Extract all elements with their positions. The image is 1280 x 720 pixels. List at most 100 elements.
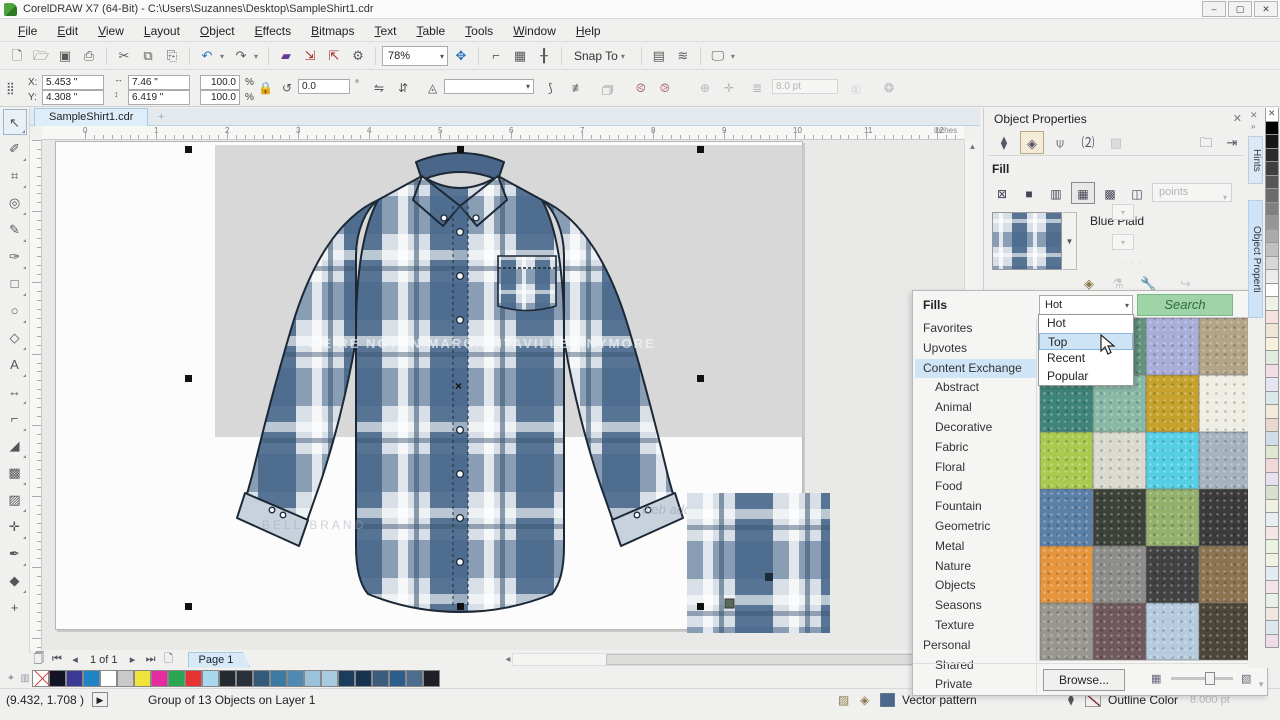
pick-tool-icon[interactable]: ↖ <box>3 109 27 135</box>
no-color-swatch[interactable] <box>32 670 49 687</box>
maximize-button[interactable]: ▢ <box>1228 1 1252 17</box>
color-swatch[interactable] <box>355 670 372 687</box>
well-color-swatch[interactable] <box>1265 189 1279 203</box>
well-color-swatch[interactable] <box>1265 459 1279 473</box>
redo-dropdown-icon[interactable]: ▾ <box>254 52 262 61</box>
save-icon[interactable]: ▣ <box>54 45 76 67</box>
menu-help[interactable]: Help <box>566 21 611 41</box>
print-icon[interactable]: ⎙ <box>78 45 100 67</box>
mirror-horizontal-icon[interactable]: ⇋ <box>374 81 384 95</box>
strip-close-icon[interactable]: ✕ <box>1250 110 1258 121</box>
slider-thumb[interactable] <box>1205 672 1215 685</box>
well-color-swatch[interactable] <box>1265 365 1279 379</box>
outline-width-combo[interactable]: ▾ <box>444 79 534 94</box>
menu-effects[interactable]: Effects <box>245 21 301 41</box>
new-document-icon[interactable]: 🗋 <box>6 45 28 67</box>
coords-flyout-button[interactable]: ▶ <box>92 692 108 707</box>
interactive-fill-tool-icon[interactable]: ◢ <box>3 433 27 459</box>
swatch-bluegray-knit[interactable] <box>1199 432 1252 489</box>
close-button[interactable]: ✕ <box>1254 1 1278 17</box>
color-swatch[interactable] <box>338 670 355 687</box>
y-position-field[interactable]: 4.308 " <box>42 90 104 105</box>
zoom-tool-icon[interactable]: ◎ <box>3 190 27 216</box>
palette-eyedropper-icon[interactable]: ✦ <box>4 673 18 684</box>
strip-collapse-icon[interactable]: » <box>1251 122 1255 131</box>
swatch-green-stripe[interactable] <box>1146 489 1199 546</box>
connector-tool-icon[interactable]: ⌐ <box>3 406 27 432</box>
height-field[interactable]: 6.419 " <box>128 90 190 105</box>
swatch-lime-dots[interactable] <box>1040 432 1093 489</box>
rotation-angle-field[interactable]: 0.0 <box>298 79 350 94</box>
show-grid-icon[interactable]: ╂ <box>533 45 555 67</box>
add-tool-icon[interactable]: + <box>3 595 27 621</box>
cut-icon[interactable]: ✂ <box>113 45 135 67</box>
well-color-swatch[interactable] <box>1265 284 1279 298</box>
insert-page-icon[interactable]: 🗋 <box>160 650 178 669</box>
snap-to-dropdown[interactable]: Snap To▾ <box>568 49 635 63</box>
menu-layout[interactable]: Layout <box>134 21 190 41</box>
color-swatch[interactable] <box>66 670 83 687</box>
well-color-swatch[interactable] <box>1265 405 1279 419</box>
selection-handle[interactable] <box>185 146 192 153</box>
fill-color-chip[interactable] <box>880 693 895 707</box>
hscroll-left-icon[interactable]: ◂ <box>505 654 510 665</box>
bitmap-pattern-fill-icon[interactable]: ▩ <box>1098 182 1122 204</box>
browse-button[interactable]: Browse... <box>1043 669 1125 691</box>
color-swatch[interactable] <box>134 670 151 687</box>
undo-dropdown-icon[interactable]: ▾ <box>220 52 228 61</box>
swatch-orange-knit[interactable] <box>1040 546 1093 603</box>
category-nature[interactable]: Nature <box>915 557 1036 577</box>
color-swatch[interactable] <box>304 670 321 687</box>
filter-option-popular[interactable]: Popular <box>1039 368 1133 386</box>
filter-option-hot[interactable]: Hot <box>1039 315 1133 333</box>
search-content-icon[interactable]: ▰ <box>275 45 297 67</box>
swatch-gray-tweed[interactable] <box>1040 603 1093 660</box>
search-button[interactable]: Search <box>1137 294 1233 316</box>
swatch-charcoal-knit[interactable] <box>1199 489 1252 546</box>
well-color-swatch[interactable] <box>1265 338 1279 352</box>
ellipse-tool-icon[interactable]: ○ <box>3 298 27 324</box>
to-front-icon[interactable]: ⧀ <box>636 81 646 96</box>
text-tool-icon[interactable]: A <box>3 352 27 378</box>
well-color-swatch[interactable] <box>1265 567 1279 581</box>
eyedropper-tool-icon[interactable]: ✛ <box>3 514 27 540</box>
selection-handle[interactable] <box>697 146 704 153</box>
well-color-swatch[interactable] <box>1265 203 1279 217</box>
well-color-swatch[interactable] <box>1265 122 1279 136</box>
well-color-swatch[interactable] <box>1265 621 1279 635</box>
scroll-mode-icon[interactable]: ⇥ <box>1220 131 1244 154</box>
category-metal[interactable]: Metal <box>915 537 1036 557</box>
well-color-swatch[interactable] <box>1265 432 1279 446</box>
well-color-swatch[interactable] <box>1265 243 1279 257</box>
well-color-swatch[interactable] <box>1265 216 1279 230</box>
rectangle-tool-icon[interactable]: □ <box>3 271 27 297</box>
well-color-swatch[interactable] <box>1265 486 1279 500</box>
color-swatch[interactable] <box>49 670 66 687</box>
swatch-white-lace[interactable] <box>1199 375 1252 432</box>
selection-handle[interactable] <box>185 375 192 382</box>
well-color-swatch[interactable] <box>1265 594 1279 608</box>
color-swatch[interactable] <box>185 670 202 687</box>
category-content-exchange[interactable]: Content Exchange <box>915 359 1036 379</box>
polygon-tool-icon[interactable]: ◇ <box>3 325 27 351</box>
category-objects[interactable]: Objects <box>915 576 1036 596</box>
color-swatch[interactable] <box>151 670 168 687</box>
menu-file[interactable]: File <box>8 21 47 41</box>
category-fountain[interactable]: Fountain <box>915 497 1036 517</box>
horizontal-scrollbar[interactable] <box>512 653 977 666</box>
copy-icon[interactable]: ⧉ <box>137 45 159 67</box>
scroll-up-icon[interactable]: ▲ <box>965 140 980 154</box>
well-color-swatch[interactable] <box>1265 513 1279 527</box>
styles-icon[interactable]: ≋ <box>672 45 694 67</box>
fills-filter-combo[interactable]: Hot▾ <box>1039 295 1133 315</box>
drawing-canvas[interactable]: × WE'RE NOT IN MARGARITAVILLE ANYMORE BE… <box>42 140 964 650</box>
minimize-button[interactable]: – <box>1202 1 1226 17</box>
document-tab[interactable]: SampleShirt1.cdr <box>34 108 148 126</box>
well-color-swatch[interactable] <box>1265 446 1279 460</box>
next-page-icon[interactable]: ▸ <box>124 653 142 666</box>
export-icon[interactable]: ⇱ <box>323 45 345 67</box>
selection-handle[interactable] <box>697 603 704 610</box>
plaid-swatch-object[interactable] <box>687 493 830 633</box>
transparency-tool-icon[interactable]: ▨ <box>3 487 27 513</box>
thumbnail-size-slider[interactable] <box>1171 677 1233 680</box>
